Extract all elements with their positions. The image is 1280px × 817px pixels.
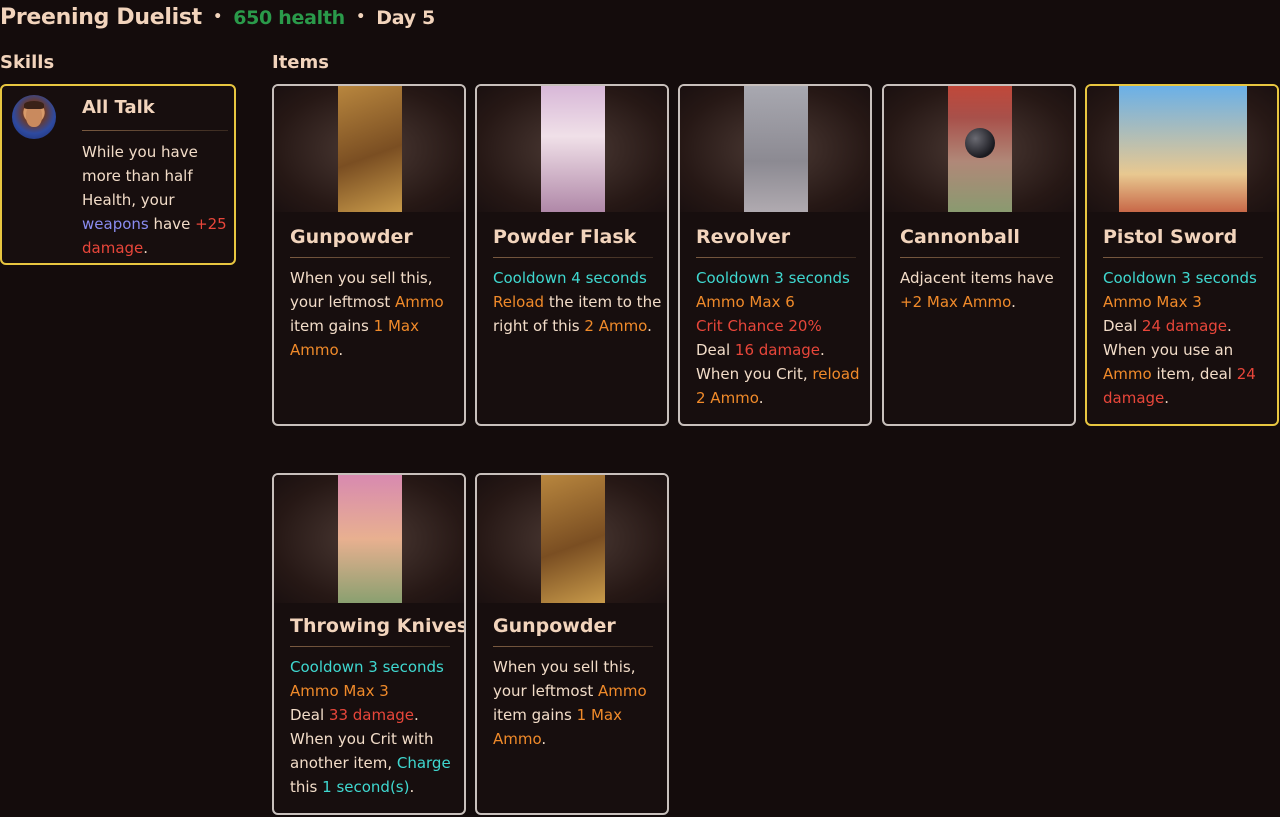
item-name: Pistol Sword (1103, 226, 1238, 248)
divider (493, 646, 653, 647)
pistol-sword-icon (1119, 86, 1247, 212)
item-art (274, 86, 464, 212)
duelist-portrait-icon (12, 95, 56, 139)
skill-name: All Talk (82, 97, 155, 118)
divider (696, 257, 856, 258)
item-card-throwing-knives[interactable]: Throwing Knives Cooldown 3 seconds Ammo … (272, 473, 466, 815)
item-name: Gunpowder (290, 226, 413, 248)
item-description: Cooldown 3 seconds Ammo Max 6 Crit Chanc… (696, 269, 860, 407)
health-value: 650 health (233, 7, 345, 29)
item-card-pistol-sword[interactable]: Pistol Sword Cooldown 3 seconds Ammo Max… (1085, 84, 1279, 426)
item-description: When you sell this, your leftmost Ammo i… (493, 658, 647, 748)
item-name: Cannonball (900, 226, 1020, 248)
header-separator: • (356, 9, 365, 25)
character-name: Preening Duelist (0, 5, 202, 30)
item-name: Powder Flask (493, 226, 637, 248)
keyword-weapons: weapons (82, 215, 149, 233)
throwing-knives-icon (338, 475, 402, 603)
day-value: Day 5 (376, 7, 435, 29)
divider (900, 257, 1060, 258)
item-description: Adjacent items have +2 Max Ammo. (900, 269, 1054, 311)
divider (290, 257, 450, 258)
item-name: Throwing Knives (290, 615, 466, 637)
item-art (274, 475, 464, 603)
item-art (884, 86, 1074, 212)
divider (290, 646, 450, 647)
gunpowder-icon (541, 475, 605, 603)
item-card-gunpowder[interactable]: Gunpowder When you sell this, your leftm… (475, 473, 669, 815)
divider (82, 130, 228, 131)
revolver-icon (744, 86, 808, 212)
cannonball-icon (948, 86, 1012, 212)
item-description: Cooldown 3 seconds Ammo Max 3 Deal 33 da… (290, 658, 451, 796)
gunpowder-icon (338, 86, 402, 212)
item-art (1087, 86, 1277, 212)
character-header: Preening Duelist • 650 health • Day 5 (0, 5, 435, 30)
item-card-powder-flask[interactable]: Powder Flask Cooldown 4 seconds Reload t… (475, 84, 669, 426)
item-art (680, 86, 870, 212)
item-name: Gunpowder (493, 615, 616, 637)
skills-heading: Skills (0, 52, 55, 73)
item-card-gunpowder[interactable]: Gunpowder When you sell this, your leftm… (272, 84, 466, 426)
item-art (477, 475, 667, 603)
items-heading: Items (272, 52, 329, 73)
item-art (477, 86, 667, 212)
item-description: When you sell this, your leftmost Ammo i… (290, 269, 444, 359)
powder-flask-icon (541, 86, 605, 212)
header-separator: • (213, 9, 222, 25)
item-name: Revolver (696, 226, 791, 248)
skill-description: While you have more than half Health, yo… (82, 143, 227, 257)
item-card-revolver[interactable]: Revolver Cooldown 3 seconds Ammo Max 6 C… (678, 84, 872, 426)
item-description: Cooldown 4 seconds Reload the item to th… (493, 269, 662, 335)
skill-card-all-talk[interactable]: All Talk While you have more than half H… (0, 84, 236, 265)
divider (1103, 257, 1263, 258)
divider (493, 257, 653, 258)
item-description: Cooldown 3 seconds Ammo Max 3 Deal 24 da… (1103, 269, 1257, 407)
item-card-cannonball[interactable]: Cannonball Adjacent items have +2 Max Am… (882, 84, 1076, 426)
